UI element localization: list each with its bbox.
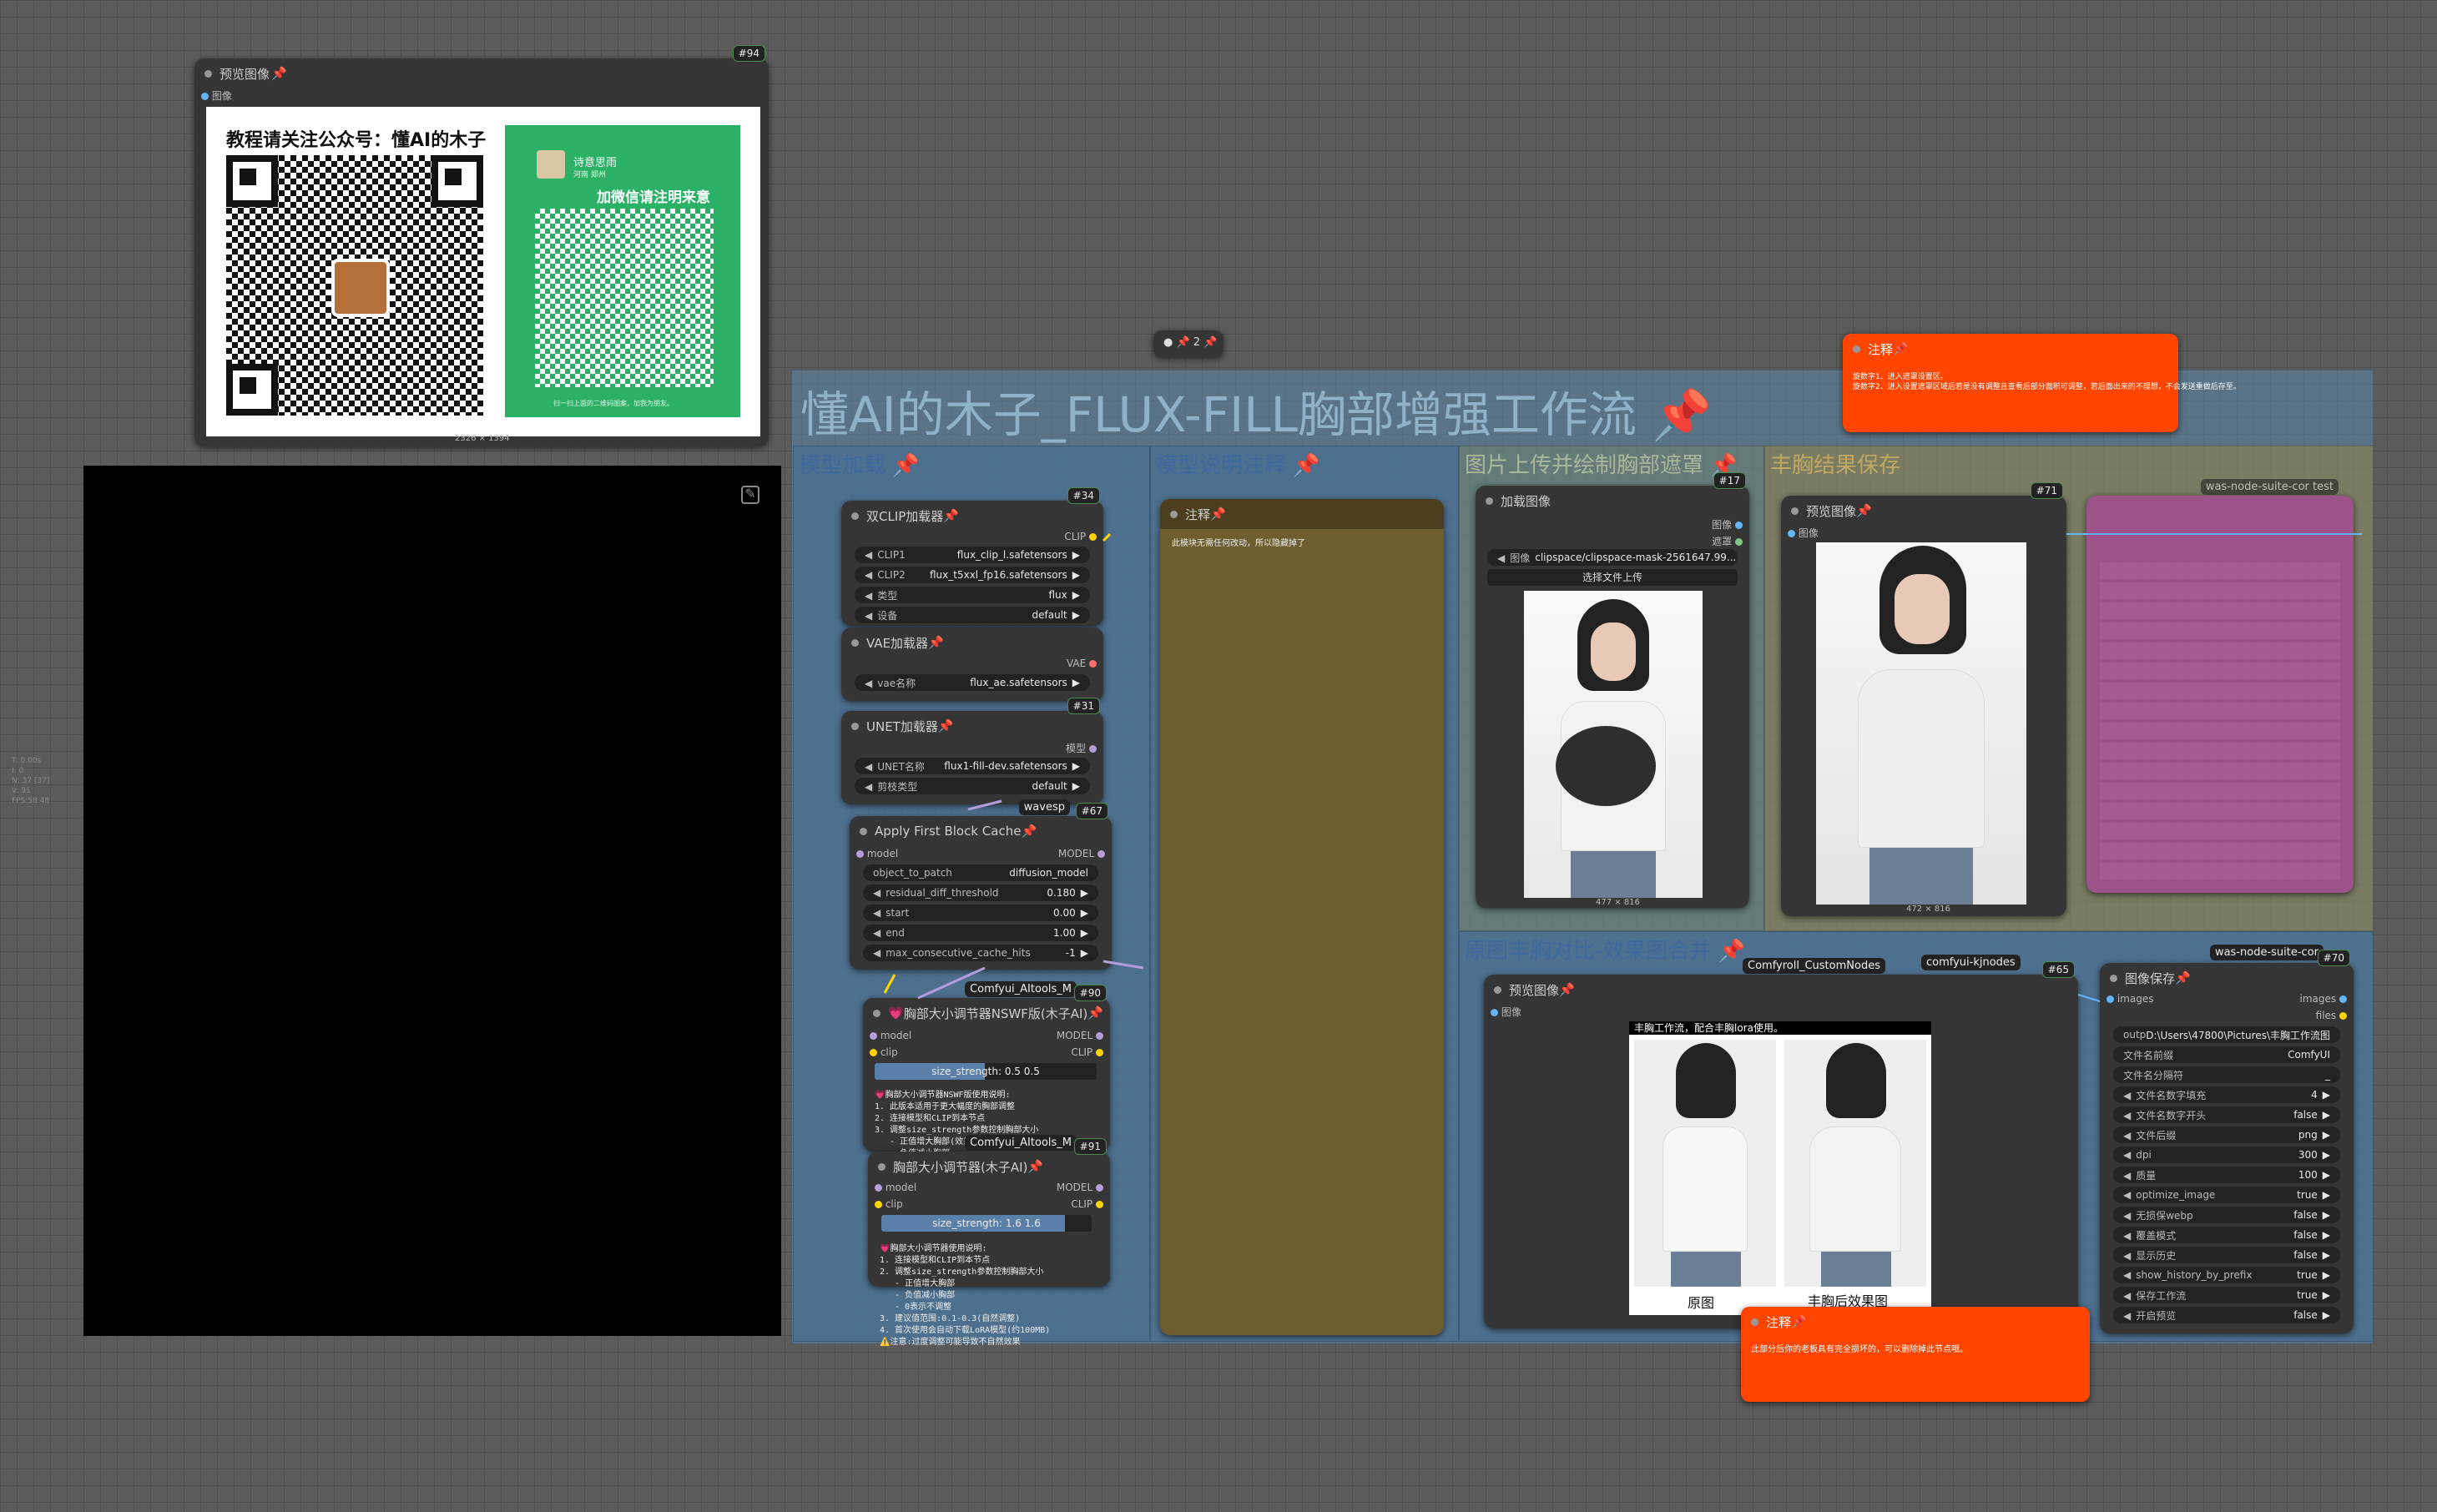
link-wire	[1102, 960, 1144, 970]
link-wires	[883, 532, 2362, 1002]
link-wire	[917, 966, 986, 1000]
link-wire	[1102, 532, 1112, 542]
link-wire	[967, 799, 1002, 811]
link-wire	[883, 974, 896, 994]
link-wire	[2077, 994, 2101, 1002]
